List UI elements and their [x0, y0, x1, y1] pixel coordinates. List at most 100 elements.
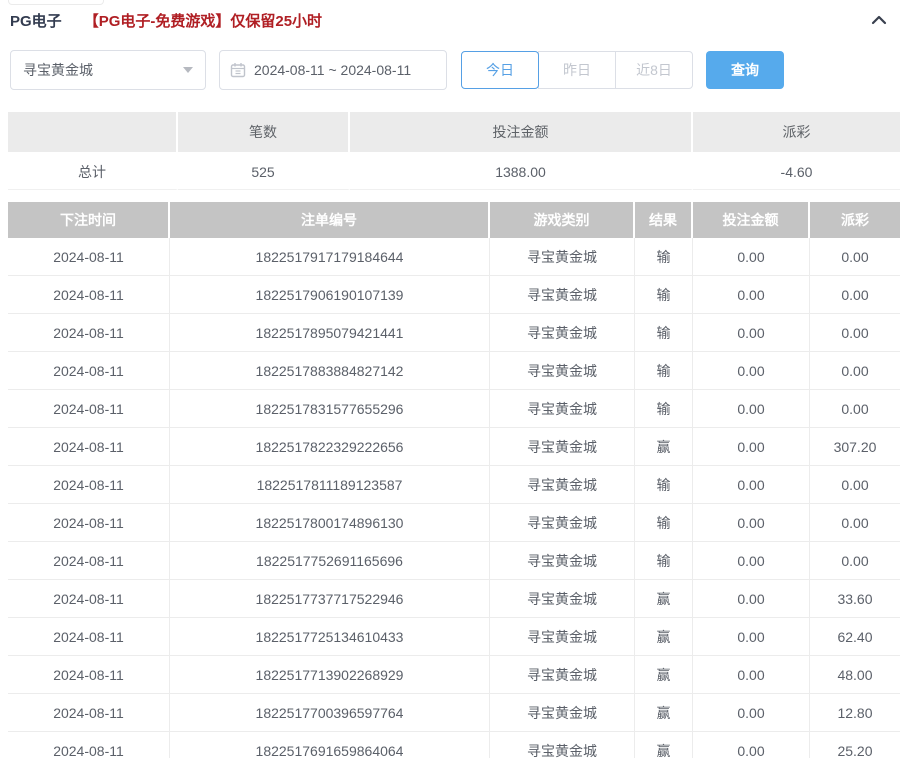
game-type-cell: 寻宝黄金城: [490, 466, 635, 504]
collapse-panel-button[interactable]: [868, 9, 890, 31]
result-cell: 输: [635, 352, 693, 390]
panel-header: PG电子 【PG电子-免费游戏】仅保留25小时: [0, 0, 908, 40]
bet-id-cell: 1822517811189123587: [170, 466, 490, 504]
bet-time-cell: 2024-08-11: [8, 352, 170, 390]
table-row: 2024-08-11 1822517917179184644 寻宝黄金城输 0.00 0…: [8, 238, 900, 276]
bet-time-cell: 2024-08-11: [8, 390, 170, 428]
bet-id-cell: 1822517700396597764: [170, 694, 490, 732]
bet-amount-cell: 0.00: [693, 428, 810, 466]
result-cell: 赢: [635, 732, 693, 758]
table-row: 2024-08-11 1822517906190107139 寻宝黄金城输 0.00 0…: [8, 276, 900, 314]
table-row: 2024-08-11 1822517752691165696 寻宝黄金城输 0.00 0…: [8, 542, 900, 580]
col-bet-time: 下注时间: [8, 202, 170, 238]
bet-time-cell: 2024-08-11: [8, 656, 170, 694]
game-select[interactable]: 寻宝黄金城: [10, 50, 206, 90]
bet-id-cell: 1822517917179184644: [170, 238, 490, 276]
bet-id-cell: 1822517737717522946: [170, 580, 490, 618]
game-type-cell: 寻宝黄金城: [490, 276, 635, 314]
summary-header-empty: [8, 112, 178, 152]
payout-cell: 48.00: [810, 656, 900, 694]
summary-header-count: 笔数: [178, 112, 350, 152]
game-type-cell: 寻宝黄金城: [490, 504, 635, 542]
cutoff-tab-fragment: [8, 0, 104, 5]
result-cell: 输: [635, 238, 693, 276]
game-type-cell: 寻宝黄金城: [490, 694, 635, 732]
summary-header-row: 笔数 投注金额 派彩: [8, 112, 900, 152]
bet-amount-cell: 0.00: [693, 276, 810, 314]
bet-time-cell: 2024-08-11: [8, 276, 170, 314]
bet-time-cell: 2024-08-11: [8, 466, 170, 504]
bet-amount-cell: 0.00: [693, 732, 810, 758]
yesterday-button[interactable]: 昨日: [538, 51, 616, 89]
summary-total-count: 525: [178, 152, 350, 190]
calendar-icon: [230, 63, 246, 78]
bet-amount-cell: 0.00: [693, 238, 810, 276]
payout-cell: 0.00: [810, 314, 900, 352]
game-type-cell: 寻宝黄金城: [490, 542, 635, 580]
col-result: 结果: [635, 202, 693, 238]
payout-cell: 0.00: [810, 238, 900, 276]
payout-cell: 12.80: [810, 694, 900, 732]
bet-amount-cell: 0.00: [693, 314, 810, 352]
game-type-cell: 寻宝黄金城: [490, 428, 635, 466]
bet-amount-cell: 0.00: [693, 580, 810, 618]
bet-id-cell: 1822517713902268929: [170, 656, 490, 694]
bet-amount-cell: 0.00: [693, 390, 810, 428]
summary-total-payout: -4.60: [693, 152, 900, 190]
summary-total-bet-amount: 1388.00: [350, 152, 693, 190]
bet-id-cell: 1822517800174896130: [170, 504, 490, 542]
result-cell: 赢: [635, 580, 693, 618]
table-row: 2024-08-11 1822517700396597764 寻宝黄金城赢 0.00 1…: [8, 694, 900, 732]
bet-time-cell: 2024-08-11: [8, 732, 170, 758]
table-row: 2024-08-11 1822517737717522946 寻宝黄金城赢 0.00 3…: [8, 580, 900, 618]
result-cell: 赢: [635, 694, 693, 732]
records-header-row: 下注时间 注单编号 游戏类别 结果 投注金额 派彩: [8, 202, 900, 238]
last8days-button[interactable]: 近8日: [615, 51, 693, 89]
payout-cell: 25.20: [810, 732, 900, 758]
date-range-input[interactable]: 2024-08-11 ~ 2024-08-11: [219, 50, 447, 90]
table-row: 2024-08-11 1822517691659864064 寻宝黄金城赢 0.00 2…: [8, 732, 900, 758]
game-type-cell: 寻宝黄金城: [490, 618, 635, 656]
payout-cell: 0.00: [810, 542, 900, 580]
bet-id-cell: 1822517725134610433: [170, 618, 490, 656]
result-cell: 输: [635, 466, 693, 504]
game-type-cell: 寻宝黄金城: [490, 314, 635, 352]
quick-range-group: 今日 昨日 近8日: [461, 51, 693, 89]
col-bet-amount: 投注金额: [693, 202, 810, 238]
bet-id-cell: 1822517822329222656: [170, 428, 490, 466]
bet-id-cell: 1822517906190107139: [170, 276, 490, 314]
result-cell: 输: [635, 314, 693, 352]
payout-cell: 307.20: [810, 428, 900, 466]
result-cell: 赢: [635, 618, 693, 656]
bet-amount-cell: 0.00: [693, 618, 810, 656]
bet-amount-cell: 0.00: [693, 466, 810, 504]
payout-cell: 0.00: [810, 390, 900, 428]
result-cell: 输: [635, 390, 693, 428]
records-body: 2024-08-11 1822517917179184644 寻宝黄金城输 0.00 0…: [8, 238, 900, 758]
today-button[interactable]: 今日: [461, 51, 539, 89]
bet-id-cell: 1822517831577655296: [170, 390, 490, 428]
summary-total-label: 总计: [8, 152, 178, 190]
bet-id-cell: 1822517691659864064: [170, 732, 490, 758]
caret-down-icon: [183, 67, 193, 73]
result-cell: 输: [635, 504, 693, 542]
bet-time-cell: 2024-08-11: [8, 542, 170, 580]
bet-id-cell: 1822517883884827142: [170, 352, 490, 390]
game-type-cell: 寻宝黄金城: [490, 352, 635, 390]
game-type-cell: 寻宝黄金城: [490, 238, 635, 276]
bet-time-cell: 2024-08-11: [8, 238, 170, 276]
game-type-cell: 寻宝黄金城: [490, 656, 635, 694]
bet-time-cell: 2024-08-11: [8, 618, 170, 656]
bet-amount-cell: 0.00: [693, 504, 810, 542]
table-row: 2024-08-11 1822517725134610433 寻宝黄金城赢 0.00 6…: [8, 618, 900, 656]
records-table: 下注时间 注单编号 游戏类别 结果 投注金额 派彩 2024-08-11 1822…: [8, 202, 900, 758]
table-row: 2024-08-11 1822517713902268929 寻宝黄金城赢 0.00 4…: [8, 656, 900, 694]
payout-cell: 0.00: [810, 276, 900, 314]
result-cell: 输: [635, 276, 693, 314]
summary-header-payout: 派彩: [693, 112, 900, 152]
bet-id-cell: 1822517895079421441: [170, 314, 490, 352]
table-row: 2024-08-11 1822517800174896130 寻宝黄金城输 0.00 0…: [8, 504, 900, 542]
table-row: 2024-08-11 1822517811189123587 寻宝黄金城输 0.00 0…: [8, 466, 900, 504]
result-cell: 赢: [635, 656, 693, 694]
search-button[interactable]: 查询: [706, 51, 784, 89]
